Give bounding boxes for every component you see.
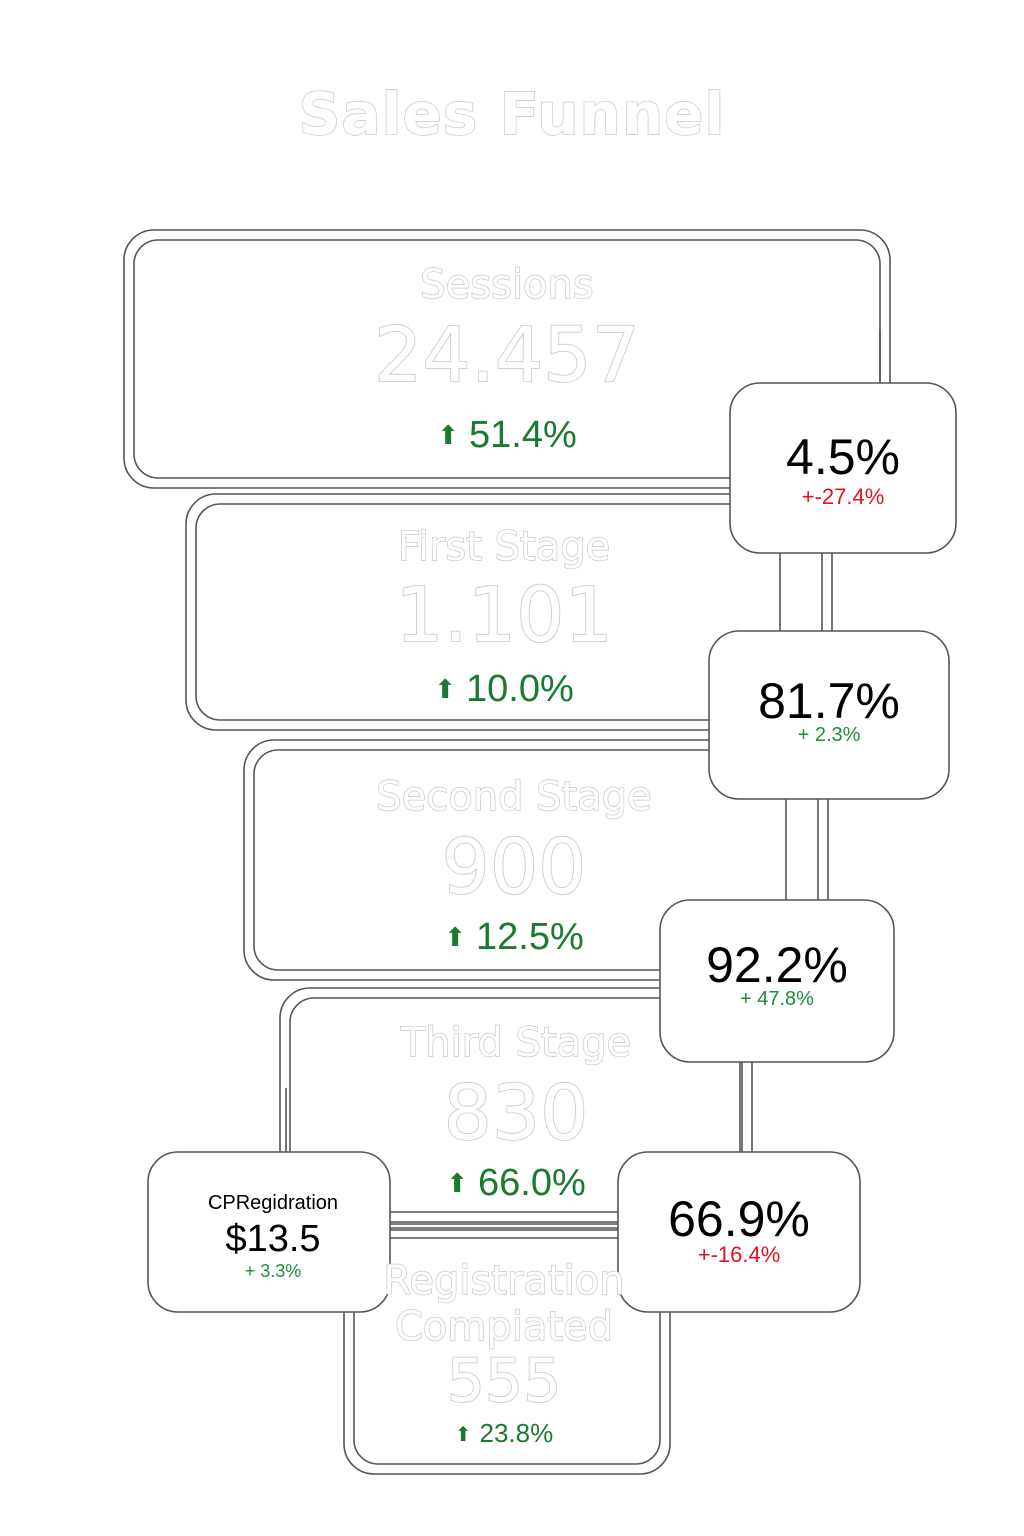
rate-value-3: 92.2%: [706, 937, 848, 993]
rate-change-4: +-16.4%: [697, 1242, 781, 1267]
page-title: Sales Funnel: [298, 79, 726, 148]
cost-per-registration-value: $13.5: [225, 1218, 321, 1260]
stage-value-second: 900: [441, 821, 588, 912]
stage-label-registration-line1: Registration: [383, 1257, 626, 1304]
rate-change-3: + 47.8%: [740, 988, 814, 1010]
stage-label-third: Third Stage: [400, 1019, 632, 1066]
stage-delta-registration: ⬆ 23.8%: [454, 1418, 554, 1448]
stage-label-registration-line2: Compiated: [394, 1303, 614, 1350]
rate-value-4: 66.9%: [668, 1191, 810, 1247]
cost-per-registration-change: + 3.3%: [244, 1261, 302, 1281]
stage-label-sessions: Sessions: [420, 261, 595, 308]
stage-label-second: Second Stage: [376, 773, 653, 820]
stage-value-registration: 555: [446, 1345, 562, 1417]
rate-value-1: 4.5%: [786, 429, 900, 485]
stage-value-third: 830: [443, 1067, 590, 1158]
up-arrow-icon: ⬆: [437, 420, 460, 450]
up-arrow-icon: ⬆: [446, 1168, 469, 1198]
up-arrow-icon: ⬆: [444, 922, 467, 952]
stage-value-first: 1.101: [394, 569, 613, 660]
up-arrow-icon: ⬆: [434, 674, 457, 704]
rate-change-1: +-27.4%: [801, 484, 885, 509]
stage-label-first: First Stage: [397, 523, 611, 570]
stage-value-sessions: 24.457: [373, 309, 641, 400]
cost-per-registration-label: CPRegidration: [207, 1192, 339, 1214]
up-arrow-icon: ⬆: [454, 1424, 472, 1446]
rate-value-2: 81.7%: [758, 673, 900, 729]
rate-change-2: + 2.3%: [797, 724, 861, 746]
